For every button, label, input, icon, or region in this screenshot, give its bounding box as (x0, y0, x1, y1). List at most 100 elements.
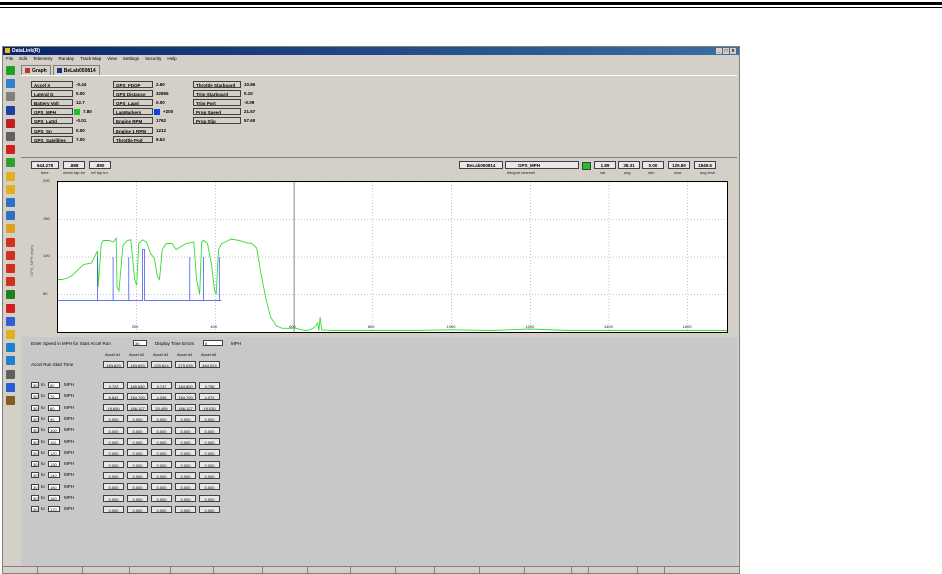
to-speed-input[interactable]: 150 (48, 483, 60, 490)
marker-icon[interactable] (6, 303, 15, 313)
channel-row[interactable]: Battery Volt 12.7 (31, 98, 85, 106)
map-icon[interactable] (6, 171, 15, 181)
menu-file[interactable]: File (6, 55, 13, 62)
settings-icon[interactable] (6, 369, 15, 379)
from-speed-input[interactable]: 30 (31, 438, 39, 445)
channel-row[interactable]: Prop Slip 57.60 (193, 117, 255, 125)
to-speed-input[interactable]: 70 (48, 393, 60, 400)
menu-edit[interactable]: Edit (19, 55, 27, 62)
minimize-button[interactable]: _ (716, 48, 722, 54)
range-separator: to (41, 472, 45, 478)
compare2-icon[interactable] (6, 356, 15, 366)
to-speed-input[interactable]: 170 (48, 506, 60, 513)
gps-mph-plot[interactable] (57, 181, 728, 333)
channel-box[interactable]: GPS_MPH (505, 161, 579, 169)
channel-row[interactable]: Accel X -0.44 (31, 80, 86, 88)
scale-icon[interactable] (6, 396, 15, 405)
from-speed-input[interactable]: 30 (31, 382, 39, 388)
menu-help[interactable]: Help (167, 55, 176, 62)
help-icon[interactable] (6, 382, 15, 392)
align-icon[interactable] (6, 224, 15, 234)
cursor-icon[interactable] (6, 211, 15, 221)
from-speed-input[interactable]: 30 (31, 404, 39, 411)
channel-row[interactable]: GPS_Satellites 7.00 (31, 135, 85, 143)
channel-row[interactable]: Engine RPM 1762 (113, 117, 166, 125)
channel-row[interactable]: Throttle Starboard 10.86 (193, 80, 255, 88)
to-speed-input[interactable]: 120 (48, 449, 60, 456)
channel-row[interactable]: Trim Starboard 0.10 (193, 89, 253, 97)
maximize-button[interactable]: □ (723, 48, 729, 54)
channel-row[interactable]: Throttle Pod 9.63 (113, 135, 165, 143)
channel-row[interactable]: Prop Speed 21.67 (193, 108, 255, 116)
to-speed-input[interactable]: 80 (48, 404, 60, 411)
green-square-icon[interactable] (6, 66, 15, 75)
speed-input[interactable]: 30 (133, 340, 147, 346)
accel-time-value: 0.000 (103, 471, 124, 479)
close-button[interactable]: x (730, 48, 736, 54)
split-icon[interactable] (6, 290, 15, 300)
menu-track-map[interactable]: Track Map (80, 55, 101, 62)
zoom-icon[interactable] (6, 316, 15, 326)
arrow-icon[interactable] (6, 79, 15, 89)
accel-time-value: 0.000 (199, 438, 220, 445)
left-arrow-icon[interactable] (6, 237, 15, 247)
to-speed-input[interactable]: 100 (48, 427, 60, 434)
folder-icon[interactable] (6, 184, 15, 194)
from-speed-input[interactable]: 30 (31, 472, 39, 479)
from-speed-input[interactable]: 30 (31, 449, 39, 456)
channel-row[interactable]: GPS_Lattd -0.01 (31, 117, 86, 125)
from-speed-input[interactable]: 30 (31, 483, 39, 490)
channel-value: 0.10 (244, 90, 253, 96)
x-icon[interactable] (6, 145, 15, 155)
from-speed-input[interactable]: 30 (31, 495, 39, 501)
stat-value-box: 1849.6 (694, 161, 716, 169)
right-arrow-icon[interactable] (6, 250, 15, 260)
channel-row[interactable]: GPS_MPH 7.80 (31, 108, 92, 116)
gear-icon[interactable] (6, 92, 15, 102)
tag-icon[interactable] (6, 330, 15, 339)
channel-label: LapMarkers (113, 108, 153, 116)
channel-row[interactable]: GPS_Sn 0.00 (31, 126, 85, 134)
up-arrow-icon[interactable] (6, 264, 15, 273)
tab-graph[interactable]: Graph (21, 65, 51, 75)
status-bar-pane (638, 567, 665, 573)
channel-row[interactable]: GPS Distance 32865 (113, 89, 169, 97)
compare-icon[interactable] (6, 343, 15, 353)
flag-icon[interactable] (6, 118, 15, 128)
to-speed-input[interactable]: 90 (48, 415, 60, 422)
menu-security[interactable]: Security (145, 55, 161, 62)
menu-runday[interactable]: Runday (59, 55, 75, 62)
to-speed-input[interactable]: 160 (48, 495, 60, 501)
bar-icon[interactable] (6, 198, 15, 207)
to-speed-input[interactable]: 130 (48, 461, 60, 468)
channel-row[interactable]: LapMarkers +200 (113, 108, 173, 116)
chart-icon[interactable] (6, 158, 15, 168)
display-input[interactable]: 0 (203, 340, 223, 346)
channel-row[interactable]: Trim Port -0.09 (193, 98, 254, 106)
from-speed-input[interactable]: 30 (31, 415, 39, 422)
menu-settings[interactable]: Settings (123, 55, 139, 62)
from-speed-input[interactable]: 30 (31, 461, 39, 468)
file-box: BeLab050814 (459, 161, 503, 169)
to-speed-input[interactable]: 140 (48, 472, 60, 479)
accel-start-time: 220.824 (151, 361, 172, 368)
accel-time-value: 0.000 (127, 483, 148, 491)
down-arrow-icon[interactable] (6, 277, 15, 287)
from-speed-input[interactable]: 30 (31, 393, 39, 400)
range-separator: to (41, 483, 45, 489)
channel-row[interactable]: Lateral G 0.00 (31, 89, 85, 97)
tab-file[interactable]: BeLab050814 (52, 65, 100, 75)
to-speed-input[interactable]: 60 (48, 382, 60, 388)
menu-telemetry[interactable]: Telemetry (33, 55, 53, 62)
channel-row[interactable]: Engine 1 RPM 1212 (113, 126, 166, 134)
to-speed-input[interactable]: 110 (48, 438, 60, 445)
from-speed-input[interactable]: 30 (31, 427, 39, 434)
menu-view[interactable]: View (107, 55, 117, 62)
status-bar-pane (351, 567, 396, 573)
accel-time-value: 0.000 (127, 460, 148, 468)
channel-row[interactable]: GPS_FDOP 2.60 (113, 80, 165, 88)
save-icon[interactable] (6, 105, 15, 115)
from-speed-input[interactable]: 30 (31, 506, 39, 513)
print-icon[interactable] (6, 132, 15, 141)
channel-row[interactable]: GPS_Lapd 0.00 (113, 98, 165, 106)
